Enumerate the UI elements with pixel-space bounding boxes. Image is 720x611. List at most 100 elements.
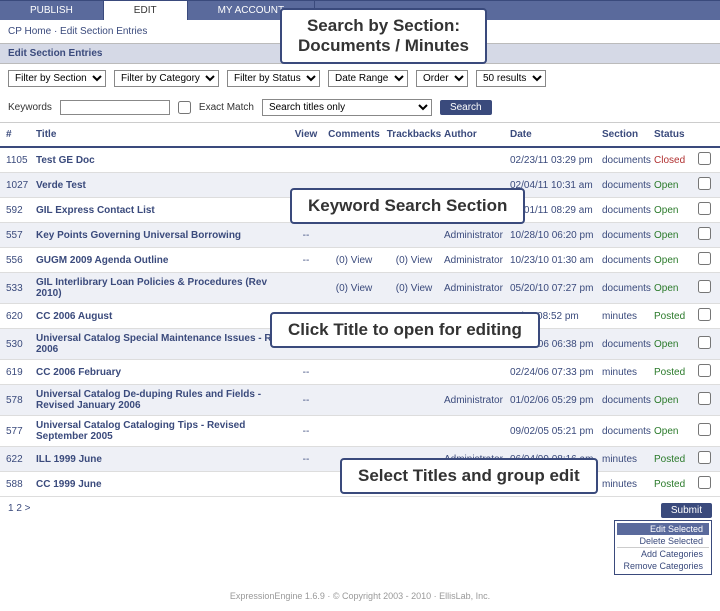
filter-order-select[interactable]: Order: [416, 70, 468, 87]
row-select-checkbox[interactable]: [698, 177, 711, 190]
cell-date: 09/02/05 05:21 pm: [510, 426, 602, 437]
cell-section: documents: [602, 180, 654, 191]
keywords-input[interactable]: [60, 100, 170, 115]
table-row: 557Key Points Governing Universal Borrow…: [0, 223, 720, 248]
cell-status: Closed: [654, 155, 694, 166]
col-date[interactable]: Date: [510, 129, 602, 140]
cell-author: Administrator: [444, 395, 510, 406]
col-view[interactable]: View: [288, 129, 324, 140]
row-select-checkbox[interactable]: [698, 227, 711, 240]
entry-title-link[interactable]: Key Points Governing Universal Borrowing: [36, 230, 288, 241]
cell-view[interactable]: --: [288, 255, 324, 266]
row-select-checkbox[interactable]: [698, 308, 711, 321]
col-comments[interactable]: Comments: [324, 129, 384, 140]
row-select-checkbox[interactable]: [698, 392, 711, 405]
submit-button[interactable]: Submit: [661, 503, 712, 518]
col-trackbacks[interactable]: Trackbacks: [384, 129, 444, 140]
tab-edit[interactable]: EDIT: [104, 1, 188, 20]
callout-keyword-search: Keyword Search Section: [290, 188, 525, 224]
entry-title-link[interactable]: CC 2006 February: [36, 367, 288, 378]
tab-publish[interactable]: PUBLISH: [0, 1, 104, 20]
action-remove-categories[interactable]: Remove Categories: [617, 560, 709, 572]
entry-title-link[interactable]: ILL 1999 June: [36, 454, 288, 465]
cell-id: 556: [0, 255, 36, 266]
cell-id: 533: [0, 283, 36, 294]
cell-status: Posted: [654, 479, 694, 490]
action-delete-selected[interactable]: Delete Selected: [617, 535, 709, 547]
cell-status: Posted: [654, 454, 694, 465]
entry-title-link[interactable]: Verde Test: [36, 180, 288, 191]
cell-status: Open: [654, 180, 694, 191]
row-select-checkbox[interactable]: [698, 280, 711, 293]
pagination-row: 1 2 > Submit Edit Selected Delete Select…: [0, 497, 720, 581]
filter-category-select[interactable]: Filter by Category: [114, 70, 219, 87]
pagination-links[interactable]: 1 2 >: [8, 503, 31, 514]
bulk-action-menu[interactable]: Edit Selected Delete Selected Add Catego…: [614, 520, 712, 575]
entry-title-link[interactable]: Universal Catalog De-duping Rules and Fi…: [36, 389, 288, 411]
cell-status: Open: [654, 230, 694, 241]
row-select-checkbox[interactable]: [698, 423, 711, 436]
cell-status: Open: [654, 426, 694, 437]
cell-status: Open: [654, 395, 694, 406]
cell-view[interactable]: --: [288, 426, 324, 437]
entry-title-link[interactable]: Universal Catalog Cataloging Tips - Revi…: [36, 420, 288, 442]
entry-title-link[interactable]: Test GE Doc: [36, 155, 288, 166]
entry-title-link[interactable]: Universal Catalog Special Maintenance Is…: [36, 333, 288, 355]
cell-trackbacks[interactable]: (0) View: [384, 283, 444, 294]
cell-author: Administrator: [444, 230, 510, 241]
table-row: 556GUGM 2009 Agenda Outline--(0) View(0)…: [0, 248, 720, 273]
filter-row-2: Keywords Exact Match Search titles only …: [0, 93, 720, 122]
cell-status: Open: [654, 339, 694, 350]
callout-click-title: Click Title to open for editing: [270, 312, 540, 348]
cell-view[interactable]: --: [288, 230, 324, 241]
search-scope-select[interactable]: Search titles only: [262, 99, 432, 116]
filter-row-1: Filter by Section Filter by Category Fil…: [0, 64, 720, 93]
cell-view[interactable]: --: [288, 395, 324, 406]
row-select-checkbox[interactable]: [698, 476, 711, 489]
filter-section-select[interactable]: Filter by Section: [8, 70, 106, 87]
action-add-categories[interactable]: Add Categories: [617, 547, 709, 560]
filter-results-select[interactable]: 50 results: [476, 70, 546, 87]
entry-title-link[interactable]: GIL Interlibrary Loan Policies & Procedu…: [36, 277, 288, 299]
cell-section: documents: [602, 155, 654, 166]
row-select-checkbox[interactable]: [698, 336, 711, 349]
cell-id: 619: [0, 367, 36, 378]
cell-section: documents: [602, 205, 654, 216]
filter-status-select[interactable]: Filter by Status: [227, 70, 320, 87]
row-select-checkbox[interactable]: [698, 364, 711, 377]
cell-section: documents: [602, 395, 654, 406]
search-button[interactable]: Search: [440, 100, 492, 115]
col-title[interactable]: Title: [36, 129, 288, 140]
cell-date: 02/23/11 03:29 pm: [510, 155, 602, 166]
cell-status: Open: [654, 205, 694, 216]
cell-view[interactable]: --: [288, 367, 324, 378]
table-row: 533GIL Interlibrary Loan Policies & Proc…: [0, 273, 720, 304]
row-select-checkbox[interactable]: [698, 152, 711, 165]
col-section[interactable]: Section: [602, 129, 654, 140]
cell-view[interactable]: --: [288, 454, 324, 465]
row-select-checkbox[interactable]: [698, 252, 711, 265]
callout-search-by-section: Search by Section: Documents / Minutes: [280, 8, 487, 64]
cell-id: 530: [0, 339, 36, 350]
entry-title-link[interactable]: GUGM 2009 Agenda Outline: [36, 255, 288, 266]
row-select-checkbox[interactable]: [698, 451, 711, 464]
row-select-checkbox[interactable]: [698, 202, 711, 215]
cell-trackbacks[interactable]: (0) View: [384, 255, 444, 266]
action-edit-selected[interactable]: Edit Selected: [617, 523, 709, 535]
entry-title-link[interactable]: CC 2006 August: [36, 311, 288, 322]
table-header: # Title View Comments Trackbacks Author …: [0, 122, 720, 148]
cell-comments[interactable]: (0) View: [324, 283, 384, 294]
filter-daterange-select[interactable]: Date Range: [328, 70, 408, 87]
cell-comments[interactable]: (0) View: [324, 255, 384, 266]
col-author[interactable]: Author: [444, 129, 510, 140]
exact-match-checkbox[interactable]: [178, 101, 191, 114]
footer-text: ExpressionEngine 1.6.9 · © Copyright 200…: [0, 581, 720, 611]
entry-title-link[interactable]: CC 1999 June: [36, 479, 288, 490]
entry-title-link[interactable]: GIL Express Contact List: [36, 205, 288, 216]
cell-id: 577: [0, 426, 36, 437]
cell-id: 1105: [0, 155, 36, 166]
col-status[interactable]: Status: [654, 129, 694, 140]
cell-id: 557: [0, 230, 36, 241]
cell-section: documents: [602, 283, 654, 294]
col-id[interactable]: #: [0, 129, 36, 140]
